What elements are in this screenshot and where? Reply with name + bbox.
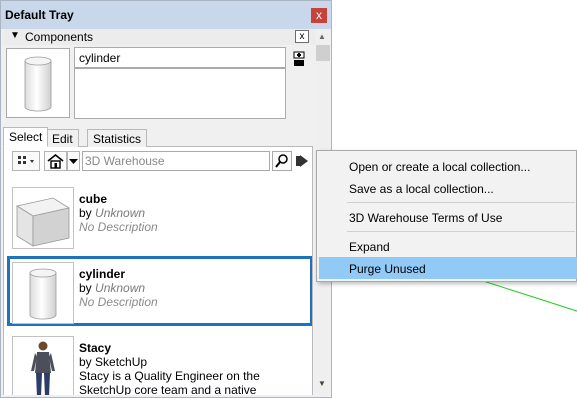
list-item-cylinder[interactable]: cylinder by Unknown No Description bbox=[7, 256, 312, 326]
collapse-arrow-icon[interactable]: ▼ bbox=[10, 30, 20, 41]
cylinder-thumbnail bbox=[12, 262, 74, 324]
tray-title: Default Tray bbox=[5, 8, 74, 22]
panel-close-button[interactable]: x bbox=[295, 30, 309, 43]
search-icon bbox=[275, 154, 288, 168]
tray-title-bar[interactable]: Default Tray x bbox=[1, 1, 331, 29]
menu-item-expand[interactable]: Expand bbox=[319, 235, 577, 257]
list-item-cube[interactable]: cube by Unknown No Description bbox=[8, 181, 310, 253]
list-item-stacy[interactable]: Stacy by SketchUp Stacy is a Quality Eng… bbox=[8, 330, 310, 395]
component-name: cylinder bbox=[79, 267, 126, 281]
tray-close-button[interactable]: x bbox=[311, 8, 327, 23]
cube-icon bbox=[15, 197, 71, 247]
home-button[interactable] bbox=[44, 151, 67, 171]
components-panel-title: Components bbox=[25, 30, 94, 44]
menu-separator bbox=[347, 231, 575, 232]
component-preview-thumbnail bbox=[6, 48, 70, 118]
tab-edit[interactable]: Edit bbox=[46, 129, 79, 147]
tab-statistics[interactable]: Statistics bbox=[87, 129, 148, 147]
select-toolbar: 3D Warehouse bbox=[3, 147, 313, 177]
view-options-icon bbox=[18, 156, 34, 164]
component-author: by Unknown bbox=[79, 281, 146, 295]
component-description: No Description bbox=[79, 295, 158, 309]
stacy-thumbnail bbox=[12, 336, 74, 395]
home-icon bbox=[47, 153, 64, 169]
tab-select[interactable]: Select bbox=[3, 127, 49, 147]
search-button[interactable] bbox=[272, 151, 292, 171]
components-panel-header[interactable]: ▼ Components x bbox=[3, 29, 315, 45]
menu-item-terms-of-use[interactable]: 3D Warehouse Terms of Use bbox=[319, 206, 577, 228]
menu-item-save-local-collection[interactable]: Save as a local collection... bbox=[319, 177, 577, 199]
component-name: cube bbox=[79, 192, 108, 206]
person-figure-icon bbox=[31, 341, 55, 395]
component-name: Stacy bbox=[79, 341, 112, 355]
component-author: by SketchUp bbox=[79, 355, 148, 369]
chevron-down-icon bbox=[69, 159, 78, 164]
cylinder-icon bbox=[29, 268, 57, 320]
components-list[interactable]: cube by Unknown No Description cylinder … bbox=[3, 177, 313, 395]
component-author: by Unknown bbox=[79, 206, 146, 220]
component-description: No Description bbox=[79, 220, 158, 234]
display-secondary-pane-icon[interactable] bbox=[293, 51, 305, 67]
menu-item-open-local-collection[interactable]: Open or create a local collection... bbox=[319, 155, 577, 177]
scroll-up-arrow-icon[interactable]: ▲ bbox=[318, 32, 326, 41]
cube-thumbnail bbox=[12, 187, 74, 249]
scroll-thumb[interactable] bbox=[316, 45, 330, 61]
navigation-dropdown-button[interactable] bbox=[67, 151, 80, 171]
scroll-down-arrow-icon[interactable]: ▼ bbox=[318, 379, 326, 388]
menu-separator bbox=[347, 202, 575, 203]
component-description: Stacy is a Quality Engineer on the Sketc… bbox=[79, 369, 260, 395]
details-arrow-icon[interactable] bbox=[295, 153, 309, 169]
menu-item-purge-unused[interactable]: Purge Unused bbox=[319, 257, 577, 279]
cylinder-preview-icon bbox=[24, 56, 52, 112]
details-context-menu: Open or create a local collection... Sav… bbox=[316, 150, 577, 282]
view-options-button[interactable] bbox=[12, 151, 40, 171]
component-name-field[interactable]: cylinder bbox=[74, 47, 286, 68]
search-input[interactable]: 3D Warehouse bbox=[82, 151, 270, 171]
default-tray-window: Default Tray x ▼ Components x ▲ ▼ cylind… bbox=[0, 0, 332, 398]
component-description-field[interactable] bbox=[74, 68, 286, 119]
